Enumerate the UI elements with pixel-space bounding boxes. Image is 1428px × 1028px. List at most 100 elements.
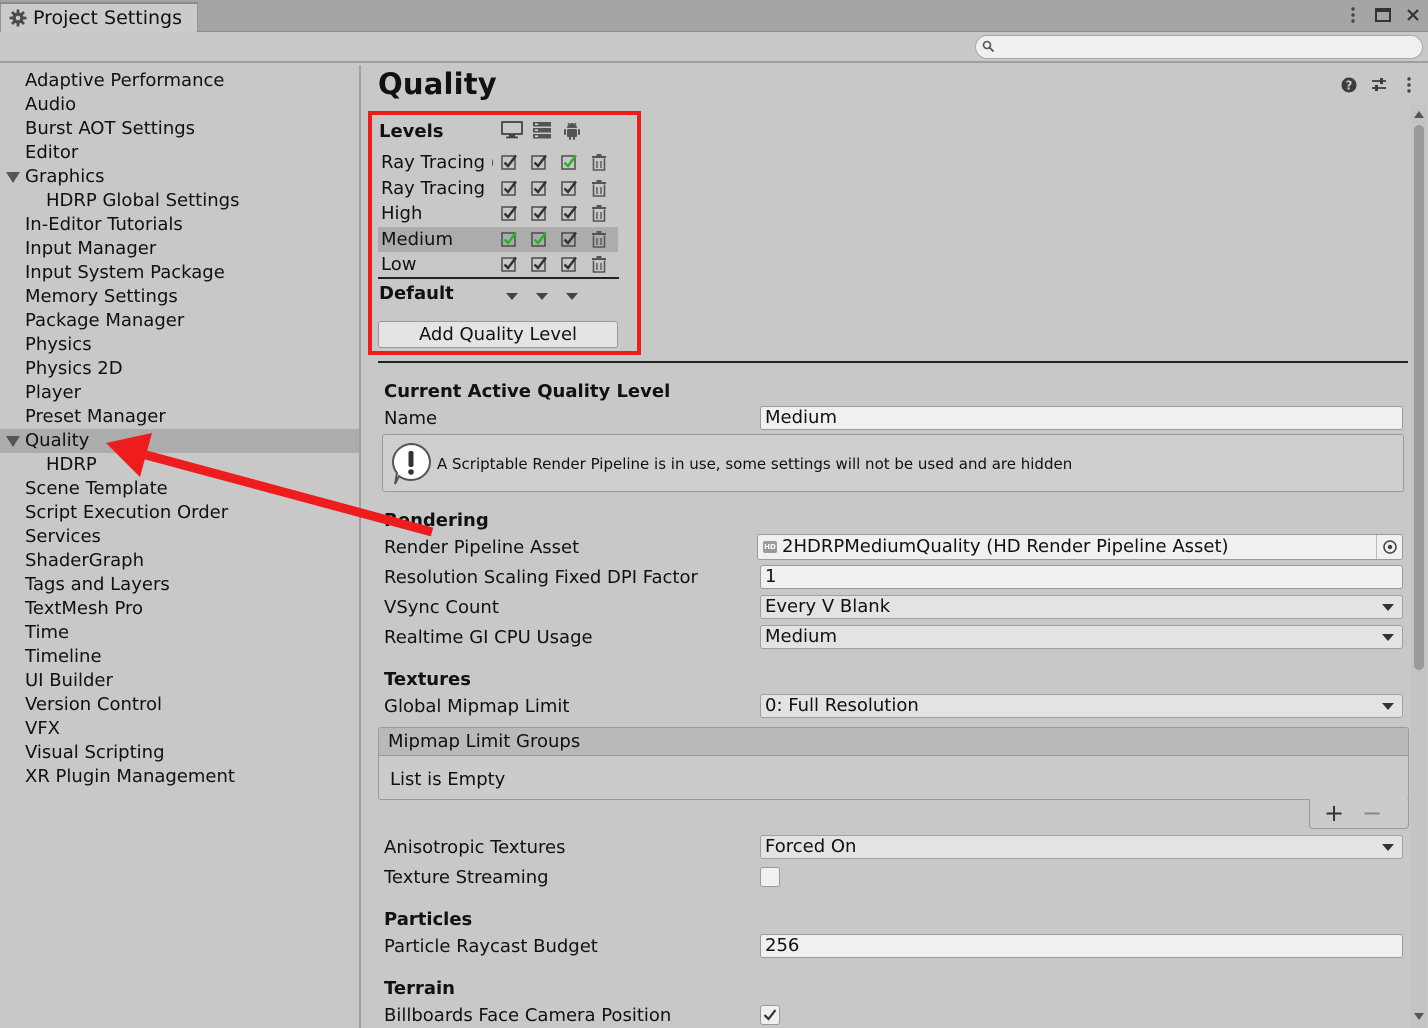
search-input[interactable] [1000,38,1410,56]
sidebar-item-label: ShaderGraph [25,550,144,571]
sidebar-item-label: Input Manager [25,238,157,259]
sidebar-item-label: VFX [25,718,60,739]
platform-include-checkbox[interactable] [561,205,578,222]
expand-arrow-icon[interactable] [6,436,20,447]
quality-level-row[interactable]: Ray Tracing [378,176,618,201]
sidebar-item-in-editor-tutorials[interactable]: In-Editor Tutorials [0,213,359,237]
sidebar-item-services[interactable]: Services [0,525,359,549]
sidebar-item-timeline[interactable]: Timeline [0,645,359,669]
sidebar-item-time[interactable]: Time [0,621,359,645]
platform-include-checkbox[interactable] [531,180,548,197]
platform-include-checkbox[interactable] [561,256,578,273]
sidebar-item-physics[interactable]: Physics [0,333,359,357]
terrain-section-title: Terrain [384,978,455,999]
help-icon[interactable]: ? [1340,75,1358,95]
more-menu-icon[interactable] [1400,75,1418,95]
platform-include-checkbox[interactable] [531,256,548,273]
platform-include-checkbox[interactable] [501,180,518,197]
tab-project-settings[interactable]: Project Settings [0,2,198,32]
sidebar-item-xr-plugin-management[interactable]: XR Plugin Management [0,765,359,789]
remove-item-button[interactable]: − [1362,800,1382,826]
close-icon[interactable] [1404,4,1422,26]
sidebar-item-player[interactable]: Player [0,381,359,405]
scroll-down-arrow[interactable] [1414,1013,1424,1020]
sidebar-item-label: Visual Scripting [25,742,165,763]
sidebar-item-physics-2d[interactable]: Physics 2D [0,357,359,381]
vertical-scrollbar[interactable] [1411,105,1427,1028]
mipmap-limit-groups-list: Mipmap Limit Groups List is Empty [378,727,1409,800]
sidebar-item-version-control[interactable]: Version Control [0,693,359,717]
quality-level-row[interactable]: Medium [378,226,618,252]
sidebar-item-quality[interactable]: Quality [0,429,359,453]
platform-include-checkbox[interactable] [531,231,548,248]
search-field[interactable] [975,35,1423,59]
sidebar-item-memory-settings[interactable]: Memory Settings [0,285,359,309]
dpi-factor-field[interactable]: 1 [760,565,1403,589]
sidebar-item-shadergraph[interactable]: ShaderGraph [0,549,359,573]
scroll-up-arrow[interactable] [1414,111,1424,118]
particle-raycast-label: Particle Raycast Budget [384,936,598,957]
platform-include-checkbox[interactable] [501,205,518,222]
add-item-button[interactable]: + [1324,800,1344,826]
sidebar-item-vfx[interactable]: VFX [0,717,359,741]
anisotropic-dropdown[interactable]: Forced On [760,835,1403,859]
sidebar-item-script-execution-order[interactable]: Script Execution Order [0,501,359,525]
sidebar-item-editor[interactable]: Editor [0,141,359,165]
sidebar-item-graphics[interactable]: Graphics [0,165,359,189]
sidebar-item-preset-manager[interactable]: Preset Manager [0,405,359,429]
platform-include-checkbox[interactable] [501,154,518,171]
sidebar-item-textmesh-pro[interactable]: TextMesh Pro [0,597,359,621]
mipmap-groups-header[interactable]: Mipmap Limit Groups [379,728,1408,756]
sidebar-item-scene-template[interactable]: Scene Template [0,477,359,501]
trash-icon[interactable] [590,179,608,198]
sidebar-item-hdrp-global-settings[interactable]: HDRP Global Settings [0,189,359,213]
trash-icon[interactable] [590,230,608,249]
sidebar-item-burst-aot-settings[interactable]: Burst AOT Settings [0,117,359,141]
trash-icon[interactable] [590,153,608,172]
default-android-dropdown[interactable] [566,293,578,300]
sidebar-item-ui-builder[interactable]: UI Builder [0,669,359,693]
preset-sliders-icon[interactable] [1370,75,1388,95]
global-mipmap-dropdown[interactable]: 0: Full Resolution [760,694,1403,718]
sidebar-item-label: Player [25,382,82,403]
particle-raycast-field[interactable]: 256 [760,934,1403,958]
texture-streaming-checkbox[interactable] [760,867,780,887]
default-server-dropdown[interactable] [536,293,548,300]
billboards-label: Billboards Face Camera Position [384,1005,672,1026]
sidebar-item-hdrp[interactable]: HDRP [0,453,359,477]
platform-include-checkbox[interactable] [561,154,578,171]
sidebar-item-audio[interactable]: Audio [0,93,359,117]
realtime-gi-dropdown[interactable]: Medium [760,625,1403,649]
platform-include-checkbox[interactable] [561,231,578,248]
platform-include-checkbox[interactable] [531,154,548,171]
scroll-thumb[interactable] [1414,125,1424,670]
sidebar-item-tags-and-layers[interactable]: Tags and Layers [0,573,359,597]
sidebar-item-adaptive-performance[interactable]: Adaptive Performance [0,69,359,93]
trash-icon[interactable] [590,255,608,274]
quality-levels-matrix: Levels Ray Tracing (Ray Tracing High Mediu… [378,117,640,357]
platform-include-checkbox[interactable] [561,180,578,197]
platform-include-checkbox[interactable] [501,231,518,248]
quality-level-name: Medium [381,228,453,250]
sidebar-item-input-system-package[interactable]: Input System Package [0,261,359,285]
platform-include-checkbox[interactable] [531,205,548,222]
quality-level-row[interactable]: Low [378,252,618,277]
quality-level-row[interactable]: High [378,201,618,226]
maximize-icon[interactable] [1374,4,1392,26]
expand-arrow-icon[interactable] [6,172,20,183]
billboards-checkbox[interactable] [760,1005,780,1025]
add-quality-level-button[interactable]: Add Quality Level [378,321,618,348]
platform-include-checkbox[interactable] [501,256,518,273]
name-field[interactable]: Medium [760,406,1403,430]
sidebar-item-input-manager[interactable]: Input Manager [0,237,359,261]
vsync-dropdown[interactable]: Every V Blank [760,595,1403,619]
quality-level-row[interactable]: Ray Tracing ( [378,150,618,175]
trash-icon[interactable] [590,204,608,223]
default-desktop-dropdown[interactable] [506,293,518,300]
render-pipeline-asset-field[interactable]: HD 2HDRPMediumQuality (HD Render Pipelin… [757,534,1403,560]
object-picker-icon[interactable] [1376,535,1402,559]
sidebar-item-visual-scripting[interactable]: Visual Scripting [0,741,359,765]
sidebar-item-package-manager[interactable]: Package Manager [0,309,359,333]
realtime-gi-label: Realtime GI CPU Usage [384,627,593,648]
more-options-icon[interactable] [1344,4,1362,26]
